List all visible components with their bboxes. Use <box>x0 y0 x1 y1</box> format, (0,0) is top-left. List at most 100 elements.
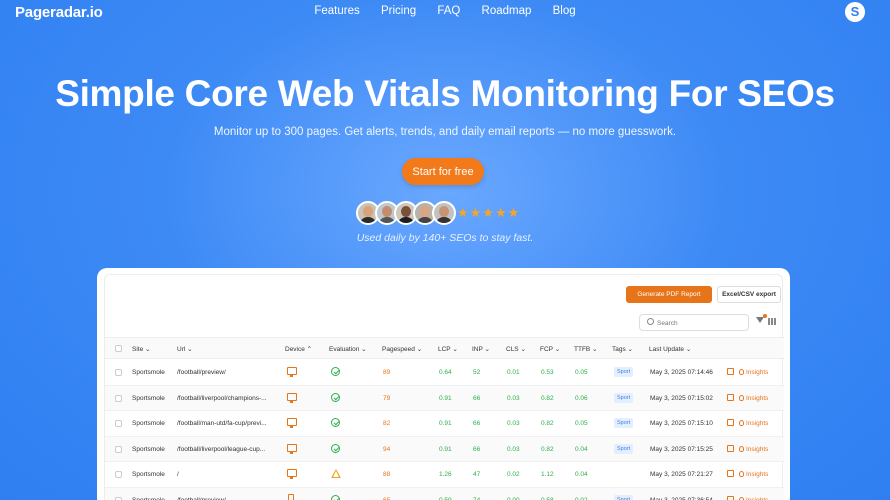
check-circle-icon <box>331 418 340 427</box>
cell-cls: 0.01 <box>507 369 520 376</box>
main-nav: Features Pricing FAQ Roadmap Blog <box>0 5 890 17</box>
hero-subtitle: Monitor up to 300 pages. Get alerts, tre… <box>213 126 677 138</box>
lightbulb-icon <box>739 394 744 401</box>
col-cls[interactable]: CLS ⌄ <box>506 345 526 353</box>
cell-pagespeed: 65 <box>383 496 391 500</box>
cell-inp: 66 <box>473 394 481 402</box>
table-row[interactable]: Sportsmole/football/liverpool/champions-… <box>105 385 784 411</box>
lightbulb-icon <box>739 369 744 375</box>
cell-lcp: 1.26 <box>439 471 452 478</box>
edit-icon[interactable] <box>727 368 734 375</box>
table-row[interactable]: Sportsmole/football/liverpool/league-cup… <box>105 436 784 462</box>
cell-pagespeed: 94 <box>383 445 391 453</box>
tag-badge: Sport <box>614 367 634 377</box>
row-checkbox[interactable] <box>115 471 122 478</box>
nav-faq[interactable]: FAQ <box>437 5 460 17</box>
edit-icon[interactable] <box>727 393 734 401</box>
cell-site: Sportsmole <box>132 496 165 500</box>
search-field[interactable] <box>639 314 749 331</box>
cell-url[interactable]: /football/preview/ <box>177 369 226 376</box>
tag-badge: Sport <box>614 443 634 454</box>
row-checkbox[interactable] <box>115 445 122 453</box>
insights-link[interactable]: Insights <box>739 394 768 402</box>
table-header: Site ⌄ Url ⌄ Device ⌃ Evaluation ⌄ Pages… <box>105 337 784 359</box>
row-checkbox[interactable] <box>115 496 122 500</box>
insights-link[interactable]: Insights <box>739 496 768 500</box>
col-ttfb[interactable]: TTFB ⌄ <box>574 345 598 353</box>
csv-export-button[interactable]: Excel/CSV export <box>717 286 781 303</box>
select-all-checkbox[interactable] <box>115 345 122 352</box>
col-inp[interactable]: INP ⌄ <box>472 345 490 353</box>
app-preview-card: Generate PDF Report Excel/CSV export Sit… <box>97 268 790 500</box>
insights-link[interactable]: Insights <box>739 369 768 376</box>
search-input[interactable] <box>657 317 745 329</box>
row-checkbox[interactable] <box>115 420 122 427</box>
col-fcp[interactable]: FCP ⌄ <box>540 345 560 353</box>
edit-icon[interactable] <box>727 495 734 500</box>
cell-url[interactable]: /football/preview/ <box>177 497 226 500</box>
nav-pricing[interactable]: Pricing <box>381 5 416 17</box>
table-row[interactable]: Sportsmole/football/man-utd/fa-cup/previ… <box>105 411 784 437</box>
col-device[interactable]: Device ⌃ <box>285 345 312 353</box>
col-evaluation[interactable]: Evaluation ⌄ <box>329 345 367 353</box>
row-checkbox[interactable] <box>115 394 122 402</box>
col-url[interactable]: Url ⌄ <box>177 345 193 353</box>
col-last-update[interactable]: Last Update ⌄ <box>649 345 691 353</box>
col-lcp[interactable]: LCP ⌄ <box>438 345 458 353</box>
cell-url[interactable]: / <box>177 471 179 478</box>
nav-blog[interactable]: Blog <box>553 5 576 17</box>
user-photo <box>432 201 456 225</box>
cell-last-update: May 3, 2025 07:15:25 <box>650 445 713 453</box>
row-checkbox[interactable] <box>115 369 122 376</box>
cell-ttfb: 0.05 <box>575 420 588 427</box>
cell-pagespeed: 82 <box>383 420 391 427</box>
cell-site: Sportsmole <box>132 420 165 427</box>
tag-badge: Sport <box>614 494 634 500</box>
generate-pdf-button[interactable]: Generate PDF Report <box>626 286 712 303</box>
insights-link[interactable]: Insights <box>739 471 768 478</box>
cell-url[interactable]: /football/liverpool/champions-... <box>177 395 267 402</box>
desktop-icon <box>287 392 297 403</box>
search-icon <box>647 318 654 325</box>
start-free-button[interactable]: Start for free <box>402 158 484 185</box>
social-proof-text: Used daily by 140+ SEOs to stay fast. <box>356 232 534 244</box>
lightbulb-icon <box>739 445 744 452</box>
lightbulb-icon <box>739 496 744 500</box>
cell-cls: 0.03 <box>507 420 520 427</box>
desktop-icon <box>287 418 297 428</box>
cell-site: Sportsmole <box>132 394 165 402</box>
cell-lcp: 0.91 <box>439 394 452 402</box>
table-row[interactable]: Sportsmole/football/preview/65 0.59 74 0.00… <box>105 487 784 500</box>
edit-icon[interactable] <box>727 470 734 477</box>
cell-url[interactable]: /football/liverpool/league-cup... <box>177 446 265 453</box>
col-site[interactable]: Site ⌄ <box>132 345 150 353</box>
nav-features[interactable]: Features <box>314 5 359 17</box>
lightbulb-icon <box>739 420 744 426</box>
desktop-icon <box>287 367 297 377</box>
cell-ttfb: 0.02 <box>575 496 588 500</box>
cell-inp: 52 <box>473 369 481 376</box>
nav-roadmap[interactable]: Roadmap <box>482 5 532 17</box>
cell-cls: 0.03 <box>507 445 520 453</box>
data-table-panel: Generate PDF Report Excel/CSV export Sit… <box>104 274 784 500</box>
cell-fcp: 1.12 <box>541 471 554 478</box>
columns-icon[interactable] <box>768 318 776 325</box>
cell-last-update: May 3, 2025 07:21:27 <box>650 471 713 478</box>
table-row[interactable]: Sportsmole/football/preview/89 0.64 52 0.01… <box>105 360 784 386</box>
col-tags[interactable]: Tags ⌄ <box>612 345 633 353</box>
cell-url[interactable]: /football/man-utd/fa-cup/previ... <box>177 420 267 427</box>
hero-title: Simple Core Web Vitals Monitoring For SE… <box>55 73 835 114</box>
filter-icon[interactable] <box>756 317 764 323</box>
table-row[interactable]: Sportsmole / 88 1.26 47 0.02 1.12 0.04 May 3, 20… <box>105 462 784 488</box>
edit-icon[interactable] <box>727 419 734 426</box>
cell-fcp: 0.53 <box>541 369 554 376</box>
insights-link[interactable]: Insights <box>739 420 768 427</box>
col-pagespeed[interactable]: Pagespeed ⌄ <box>382 345 422 353</box>
tag-badge: Sport <box>614 418 634 428</box>
check-circle-icon <box>331 367 340 376</box>
edit-icon[interactable] <box>727 444 734 452</box>
cell-cls: 0.00 <box>507 496 520 500</box>
insights-link[interactable]: Insights <box>739 445 768 453</box>
user-avatar-button[interactable]: S <box>845 2 865 22</box>
cell-inp: 74 <box>473 496 481 500</box>
